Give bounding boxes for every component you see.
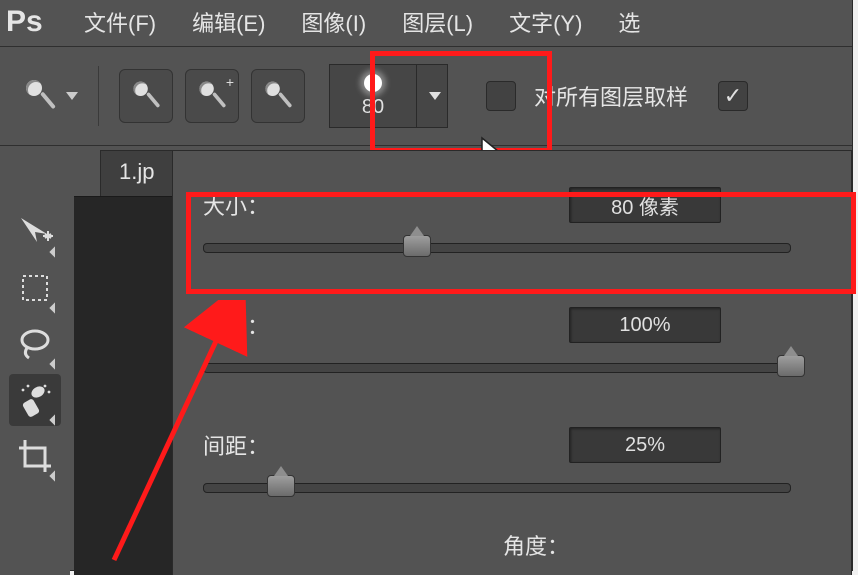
brush-button-3[interactable] xyxy=(251,69,305,123)
row-size: 大小： 80 像素 xyxy=(203,181,821,229)
slider-thumb[interactable] xyxy=(777,355,805,377)
brush-icon xyxy=(260,78,296,114)
chevron-down-icon xyxy=(429,92,441,100)
brush-button-add[interactable]: + xyxy=(185,69,239,123)
input-hardness[interactable]: 100% xyxy=(569,307,721,343)
brush-dot-icon xyxy=(364,74,382,92)
input-spacing[interactable]: 25% xyxy=(569,427,721,463)
menu-layer[interactable]: 图层(L) xyxy=(402,6,473,38)
slider-track xyxy=(203,243,791,253)
slider-hardness[interactable] xyxy=(203,349,821,383)
tool-move[interactable] xyxy=(9,206,61,258)
chevron-down-icon xyxy=(66,92,78,100)
slider-thumb[interactable] xyxy=(267,475,295,497)
menu-image[interactable]: 图像(I) xyxy=(301,6,366,38)
app-logo: Ps xyxy=(0,0,66,44)
label-angle: 角度： xyxy=(503,529,569,561)
tool-preset-picker[interactable] xyxy=(20,76,78,116)
slider-spacing[interactable] xyxy=(203,469,821,503)
menu-bar: Ps 文件(F) 编辑(E) 图像(I) 图层(L) 文字(Y) 选 xyxy=(0,0,852,44)
label-sample-all-layers: 对所有图层取样 xyxy=(534,80,688,112)
document-area xyxy=(74,196,172,575)
row-spacing: 间距： 25% xyxy=(203,421,821,469)
plus-icon: + xyxy=(226,74,234,90)
tool-marquee[interactable] xyxy=(9,262,61,314)
menu-select[interactable]: 选 xyxy=(618,6,640,38)
input-size[interactable]: 80 像素 xyxy=(569,187,721,223)
label-hardness: 硬度： xyxy=(203,309,563,341)
brush-settings-panel: 大小： 80 像素 硬度： 100% 间距： 25% 角度： xyxy=(172,150,852,575)
checkbox-checked[interactable]: ✓ xyxy=(718,81,748,111)
menu-type[interactable]: 文字(Y) xyxy=(509,6,582,38)
left-toolbar xyxy=(0,200,70,575)
checkbox-sample-all-layers[interactable] xyxy=(486,81,516,111)
menu-edit[interactable]: 编辑(E) xyxy=(192,6,265,38)
tool-healing-brush[interactable] xyxy=(9,374,61,426)
brush-preset-preview[interactable]: 80 xyxy=(329,64,417,128)
brush-icon xyxy=(128,78,164,114)
tool-crop[interactable] xyxy=(9,430,61,482)
tool-lasso[interactable] xyxy=(9,318,61,370)
brush-preset-dropdown[interactable] xyxy=(416,64,448,128)
slider-size[interactable] xyxy=(203,229,821,263)
brush-icon xyxy=(194,78,230,114)
label-spacing: 间距： xyxy=(203,429,563,461)
app-logo-text: Ps xyxy=(6,5,43,39)
brush-size-label: 80 xyxy=(362,96,384,119)
row-hardness: 硬度： 100% xyxy=(203,301,821,349)
brush-button-1[interactable] xyxy=(119,69,173,123)
row-angle: 角度： xyxy=(203,521,821,569)
label-size: 大小： xyxy=(203,189,563,221)
separator xyxy=(98,66,99,126)
menu-file[interactable]: 文件(F) xyxy=(84,6,156,38)
slider-track xyxy=(203,363,791,373)
options-bar: + 80 对所有图层取样 ✓ xyxy=(0,46,852,146)
slider-thumb[interactable] xyxy=(403,235,431,257)
brush-icon xyxy=(20,76,60,116)
